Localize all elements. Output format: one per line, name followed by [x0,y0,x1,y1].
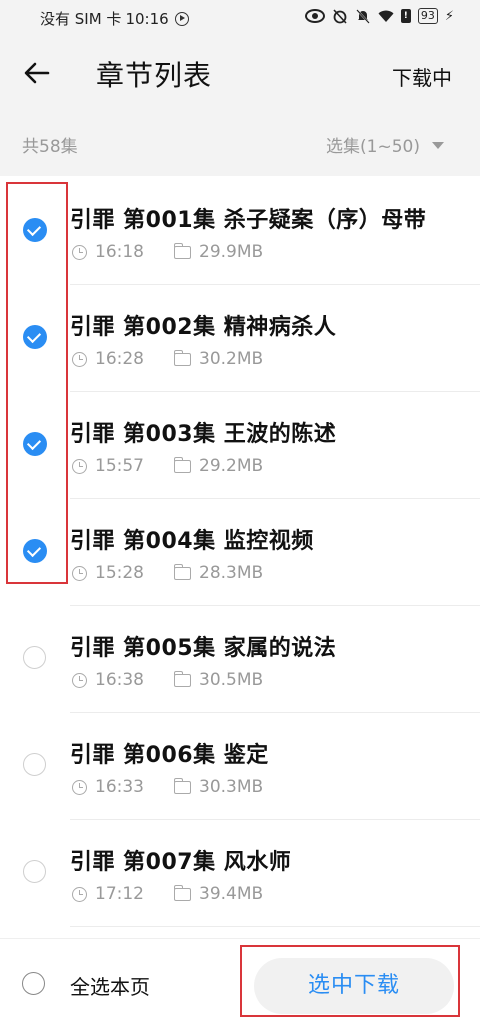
charging-icon: ⚡ [444,8,454,24]
battery-icon: 93 [417,8,438,24]
episode-title: 引罪 第002集 精神病杀人 [70,315,337,340]
episode-size: 30.5MB [199,670,264,690]
episode-meta: 16:18 29.9MB [72,242,263,262]
clock-icon [72,351,87,367]
sim-alert-icon: ! [400,9,411,23]
clock-icon [72,565,87,581]
clock-icon [72,886,87,902]
episode-meta: 16:28 30.2MB [72,349,263,369]
range-selector[interactable]: 选集(1~50) [326,132,444,157]
episode-duration: 15:57 [95,456,144,476]
episode-size: 28.3MB [199,563,264,583]
unchecked-circle-icon[interactable] [23,753,46,776]
folder-icon [173,456,191,473]
row-divider [70,926,480,927]
folder-icon [173,242,191,259]
episode-row[interactable]: 引罪 第004集 监控视频 15:28 28.3MB [0,499,480,606]
episode-duration: 16:28 [95,349,144,369]
episode-row[interactable]: 引罪 第002集 精神病杀人 16:28 30.2MB [0,285,480,392]
unchecked-circle-icon[interactable] [23,860,46,883]
clock-icon [72,458,87,474]
highlight-box-download [240,945,460,1017]
folder-icon [173,777,191,794]
unchecked-circle-icon[interactable] [23,646,46,669]
episode-duration: 16:33 [95,777,144,797]
episode-meta: 16:38 30.5MB [72,670,263,690]
chevron-down-icon [432,142,444,149]
title-bar: 章节列表 下载中 [0,36,480,110]
clock-icon [72,244,87,260]
episode-subheader: 共58集 选集(1~50) [0,110,480,176]
episode-title: 引罪 第003集 王波的陈述 [70,422,337,447]
episode-row[interactable]: 引罪 第001集 杀子疑案（序）母带 16:18 29.9MB [0,178,480,285]
clock-text: 10:16 [125,9,169,28]
episode-size: 30.2MB [199,349,264,369]
eye-icon [304,9,325,23]
back-arrow-icon[interactable] [22,58,52,88]
episode-row[interactable]: 引罪 第005集 家属的说法 16:38 30.5MB [0,606,480,713]
episode-title: 引罪 第006集 鉴定 [70,743,269,768]
folder-icon [173,884,191,901]
episode-meta: 17:12 39.4MB [72,884,263,904]
episode-title: 引罪 第005集 家属的说法 [70,636,337,661]
episode-duration: 16:38 [95,670,144,690]
episode-count: 共58集 [22,137,78,157]
page-title: 章节列表 [96,59,213,92]
range-label: 选集(1~50) [326,137,420,157]
episode-duration: 16:18 [95,242,144,262]
episode-row[interactable]: 引罪 第003集 王波的陈述 15:57 29.2MB [0,392,480,499]
episode-meta: 15:28 28.3MB [72,563,263,583]
carrier-text: 没有 SIM 卡 [40,10,122,28]
status-bar: 没有 SIM 卡 10:16 ! 93 ⚡ [0,0,480,36]
episode-duration: 17:12 [95,884,144,904]
episode-size: 39.4MB [199,884,264,904]
wifi-icon [378,10,394,22]
clock-icon [72,672,87,688]
episode-title: 引罪 第001集 杀子疑案（序）母带 [70,208,427,233]
highlight-box-checkboxes [6,182,68,584]
select-all-label[interactable]: 全选本页 [70,971,150,1000]
folder-icon [173,670,191,687]
episode-list: 引罪 第001集 杀子疑案（序）母带 16:18 29.9MB 引罪 第002集 精神… [0,178,480,927]
episode-row[interactable]: 引罪 第007集 风水师 17:12 39.4MB [0,820,480,927]
clock-icon [72,779,87,795]
episode-row[interactable]: 引罪 第006集 鉴定 16:33 30.3MB [0,713,480,820]
folder-icon [173,563,191,580]
episode-meta: 16:33 30.3MB [72,777,263,797]
episode-size: 29.9MB [199,242,264,262]
episode-title: 引罪 第004集 监控视频 [70,529,314,554]
downloading-link[interactable]: 下载中 [392,62,452,91]
episode-meta: 15:57 29.2MB [72,456,263,476]
episode-size: 30.3MB [199,777,264,797]
folder-icon [173,349,191,366]
media-playing-icon [174,11,189,26]
mute-bell-icon [356,9,370,24]
alarm-icon [333,9,347,24]
select-all-radio[interactable] [22,972,45,995]
episode-duration: 15:28 [95,563,144,583]
episode-size: 29.2MB [199,456,264,476]
episode-title: 引罪 第007集 风水师 [70,850,292,875]
